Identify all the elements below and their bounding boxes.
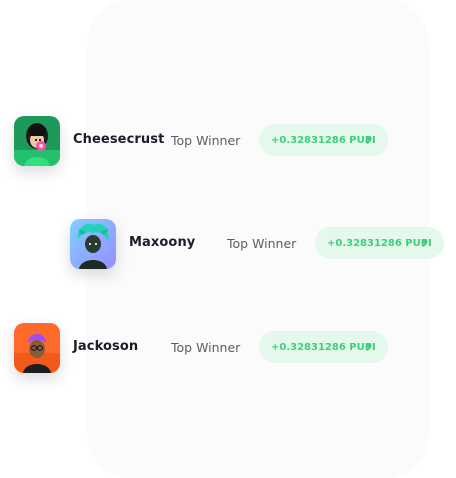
winnings-button[interactable]: +0.32831286 PUPI — [259, 124, 388, 156]
winnings-button[interactable]: +0.32831286 PUPI — [315, 227, 444, 259]
winnings-amount: +0.32831286 PUPI — [271, 134, 376, 146]
winnings-amount: +0.32831286 PUPI — [271, 341, 376, 353]
rank-label: Top Winner — [171, 340, 241, 355]
green-hooded-character-avatar-icon — [14, 116, 60, 166]
chevron-right-icon — [366, 343, 372, 351]
player-name: Cheesecrust — [73, 132, 165, 147]
winnings-button[interactable]: +0.32831286 PUPI — [259, 331, 388, 363]
purple-haired-character-avatar-icon — [14, 323, 60, 373]
player-name: Jackoson — [73, 339, 139, 354]
teal-haired-character-avatar-icon — [70, 219, 116, 269]
winners-widget: Cheesecrust Top Winner +0.32831286 PUPI — [0, 0, 456, 478]
rank-label: Top Winner — [227, 236, 297, 251]
chevron-right-icon — [366, 136, 372, 144]
player-name: Maxoony — [129, 235, 196, 250]
rank-label: Top Winner — [171, 133, 241, 148]
chevron-right-icon — [422, 239, 428, 247]
winnings-amount: +0.32831286 PUPI — [327, 237, 432, 249]
